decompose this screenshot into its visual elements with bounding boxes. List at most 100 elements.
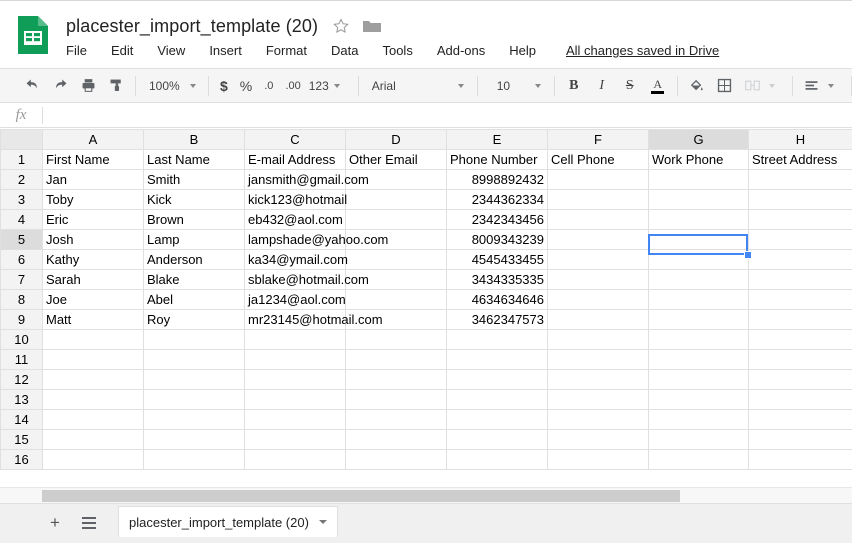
cell-b13[interactable] <box>143 389 245 410</box>
chevron-down-icon[interactable] <box>318 520 327 524</box>
cell-f8[interactable] <box>547 289 649 310</box>
cell-b10[interactable] <box>143 329 245 350</box>
column-header-c[interactable]: C <box>244 129 346 150</box>
cell-h13[interactable] <box>748 389 852 410</box>
cell-h1[interactable]: Street Address <box>748 149 852 170</box>
cell-h2[interactable] <box>748 169 852 190</box>
row-header-9[interactable]: 9 <box>0 309 43 330</box>
cell-a6[interactable]: Kathy <box>42 249 144 270</box>
cell-f11[interactable] <box>547 349 649 370</box>
row-header-13[interactable]: 13 <box>0 389 43 410</box>
cell-h11[interactable] <box>748 349 852 370</box>
cell-e15[interactable] <box>446 429 548 450</box>
cell-f6[interactable] <box>547 249 649 270</box>
cell-d1[interactable]: Other Email <box>345 149 447 170</box>
row-header-3[interactable]: 3 <box>0 189 43 210</box>
cell-h6[interactable] <box>748 249 852 270</box>
horizontal-align-icon[interactable] <box>798 73 826 99</box>
cell-h5[interactable] <box>748 229 852 250</box>
cell-e7[interactable]: 3434335335 <box>446 269 548 290</box>
cell-e4[interactable]: 2342343456 <box>446 209 548 230</box>
cell-c5[interactable]: lampshade@yahoo.com <box>244 229 388 250</box>
cell-d6[interactable] <box>345 249 447 270</box>
cell-a12[interactable] <box>42 369 144 390</box>
row-header-6[interactable]: 6 <box>0 249 43 270</box>
cell-h9[interactable] <box>748 309 852 330</box>
cell-d3[interactable] <box>345 189 447 210</box>
cell-f16[interactable] <box>547 449 649 470</box>
spreadsheet-grid[interactable]: A B C D E F G H 1 First Name Last Name E… <box>0 129 852 484</box>
menu-help[interactable]: Help <box>509 43 536 58</box>
cell-f1[interactable]: Cell Phone <box>547 149 649 170</box>
cell-e13[interactable] <box>446 389 548 410</box>
menu-file[interactable]: File <box>66 43 87 58</box>
cell-c12[interactable] <box>244 369 346 390</box>
cell-a13[interactable] <box>42 389 144 410</box>
cell-d12[interactable] <box>345 369 447 390</box>
document-title[interactable]: placester_import_template (20) <box>66 16 318 37</box>
cell-f10[interactable] <box>547 329 649 350</box>
cell-a11[interactable] <box>42 349 144 370</box>
cell-d15[interactable] <box>345 429 447 450</box>
cell-f4[interactable] <box>547 209 649 230</box>
cell-b3[interactable]: Kick <box>143 189 245 210</box>
cell-b4[interactable]: Brown <box>143 209 245 230</box>
cell-a14[interactable] <box>42 409 144 430</box>
row-header-12[interactable]: 12 <box>0 369 43 390</box>
currency-format-button[interactable]: $ <box>214 73 234 99</box>
cell-d14[interactable] <box>345 409 447 430</box>
row-header-7[interactable]: 7 <box>0 269 43 290</box>
cell-a8[interactable]: Joe <box>42 289 144 310</box>
cell-c2[interactable]: jansmith@gmail.com <box>244 169 369 190</box>
zoom-select[interactable]: 100% <box>141 73 203 99</box>
cell-f13[interactable] <box>547 389 649 410</box>
cell-b16[interactable] <box>143 449 245 470</box>
row-header-15[interactable]: 15 <box>0 429 43 450</box>
column-header-d[interactable]: D <box>345 129 447 150</box>
menu-tools[interactable]: Tools <box>382 43 412 58</box>
cell-g2[interactable] <box>648 169 749 190</box>
cell-g13[interactable] <box>648 389 749 410</box>
cell-a7[interactable]: Sarah <box>42 269 144 290</box>
strikethrough-button[interactable]: S <box>616 73 644 99</box>
cell-h8[interactable] <box>748 289 852 310</box>
cell-d16[interactable] <box>345 449 447 470</box>
column-header-b[interactable]: B <box>143 129 245 150</box>
cell-b8[interactable]: Abel <box>143 289 245 310</box>
cell-g6[interactable] <box>648 249 749 270</box>
borders-icon[interactable] <box>711 73 739 99</box>
cell-a4[interactable]: Eric <box>42 209 144 230</box>
cell-d13[interactable] <box>345 389 447 410</box>
redo-icon[interactable] <box>46 73 74 99</box>
select-all-corner[interactable] <box>0 129 43 150</box>
cell-b6[interactable]: Anderson <box>143 249 245 270</box>
menu-data[interactable]: Data <box>331 43 358 58</box>
row-header-14[interactable]: 14 <box>0 409 43 430</box>
cell-c6[interactable]: ka34@ymail.com <box>244 249 348 270</box>
all-sheets-button[interactable] <box>72 506 106 540</box>
font-family-select[interactable]: Arial <box>364 73 472 99</box>
add-sheet-button[interactable]: + <box>38 506 72 540</box>
cell-c14[interactable] <box>244 409 346 430</box>
cell-f12[interactable] <box>547 369 649 390</box>
cell-b5[interactable]: Lamp <box>143 229 245 250</box>
cell-g8[interactable] <box>648 289 749 310</box>
cell-e12[interactable] <box>446 369 548 390</box>
cell-h10[interactable] <box>748 329 852 350</box>
font-size-select[interactable]: 10 <box>483 73 549 99</box>
cell-e9[interactable]: 3462347573 <box>446 309 548 330</box>
menu-format[interactable]: Format <box>266 43 307 58</box>
horizontal-scrollbar[interactable] <box>0 487 852 504</box>
decrease-decimal-button[interactable]: .0 <box>258 73 279 99</box>
row-header-8[interactable]: 8 <box>0 289 43 310</box>
cell-h7[interactable] <box>748 269 852 290</box>
cell-d8[interactable] <box>345 289 447 310</box>
cell-e8[interactable]: 4634634646 <box>446 289 548 310</box>
cell-h3[interactable] <box>748 189 852 210</box>
menu-insert[interactable]: Insert <box>209 43 242 58</box>
menu-edit[interactable]: Edit <box>111 43 133 58</box>
merge-cells-icon[interactable] <box>739 73 767 99</box>
cell-c1[interactable]: E-mail Address <box>244 149 346 170</box>
cell-a1[interactable]: First Name <box>42 149 144 170</box>
cell-a2[interactable]: Jan <box>42 169 144 190</box>
